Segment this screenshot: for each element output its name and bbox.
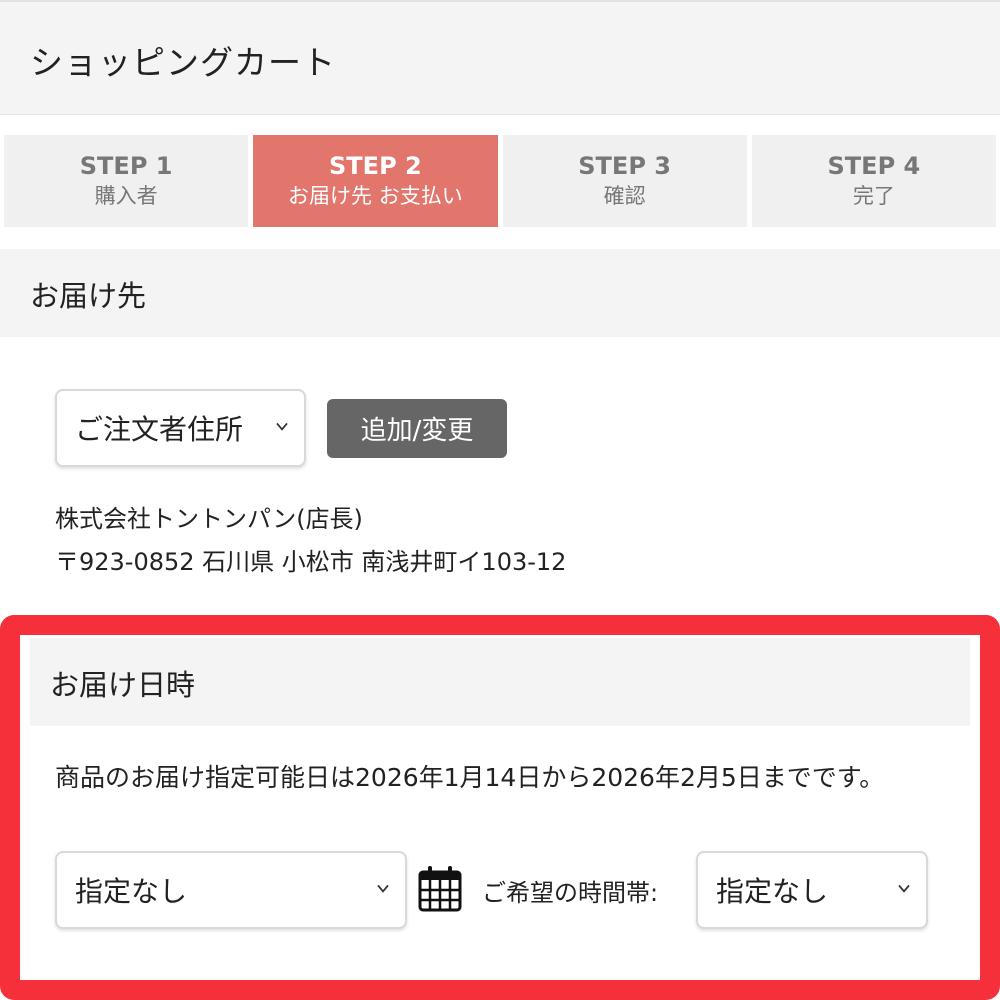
step-label: 購入者 <box>94 184 158 208</box>
time-slot-select[interactable]: 指定なし <box>696 851 928 929</box>
page-header: ショッピングカート <box>0 0 1000 115</box>
delivery-datetime-heading: お届け日時 <box>50 668 196 702</box>
time-slot-value: 指定なし <box>716 875 829 908</box>
step-1: STEP 1 購入者 <box>4 135 249 227</box>
step-number: STEP 3 <box>578 152 671 180</box>
delivery-datetime-header: お届け日時 <box>30 638 970 726</box>
delivery-section-header: お届け先 <box>0 249 1000 337</box>
address-select-value: ご注文者住所 <box>75 413 244 446</box>
step-label: お届け先 お支払い <box>288 184 463 208</box>
chevron-down-icon <box>898 884 910 893</box>
delivery-date-select[interactable]: 指定なし <box>55 851 407 929</box>
step-label: 確認 <box>603 184 646 208</box>
delivery-date-notice: 商品のお届け指定可能日は2026年1月14日から2026年2月5日までです。 <box>55 763 885 792</box>
step-number: STEP 1 <box>79 152 173 180</box>
chevron-down-icon <box>276 422 288 431</box>
time-slot-label: ご希望の時間帯: <box>482 879 659 907</box>
step-number: STEP 4 <box>827 152 921 180</box>
address-select[interactable]: ご注文者住所 <box>55 389 306 467</box>
page-title: ショッピングカート <box>30 43 336 82</box>
recipient-name: 株式会社トントンパン(店長) <box>55 505 363 533</box>
step-label: 完了 <box>852 184 895 208</box>
step-2: STEP 2 お届け先 お支払い <box>253 135 498 227</box>
step-number: STEP 2 <box>329 152 422 180</box>
step-indicator: STEP 1 購入者 STEP 2 お届け先 お支払い STEP 3 確認 ST… <box>0 135 1000 227</box>
add-change-address-button[interactable]: 追加/変更 <box>327 399 507 458</box>
step-4: STEP 4 完了 <box>751 135 996 227</box>
recipient-address: 〒923-0852 石川県 小松市 南浅井町イ103-12 <box>55 548 567 576</box>
step-3: STEP 3 確認 <box>502 135 747 227</box>
chevron-down-icon <box>377 884 389 893</box>
delivery-date-value: 指定なし <box>75 875 188 908</box>
delivery-heading: お届け先 <box>30 279 147 313</box>
calendar-icon[interactable] <box>416 864 464 912</box>
